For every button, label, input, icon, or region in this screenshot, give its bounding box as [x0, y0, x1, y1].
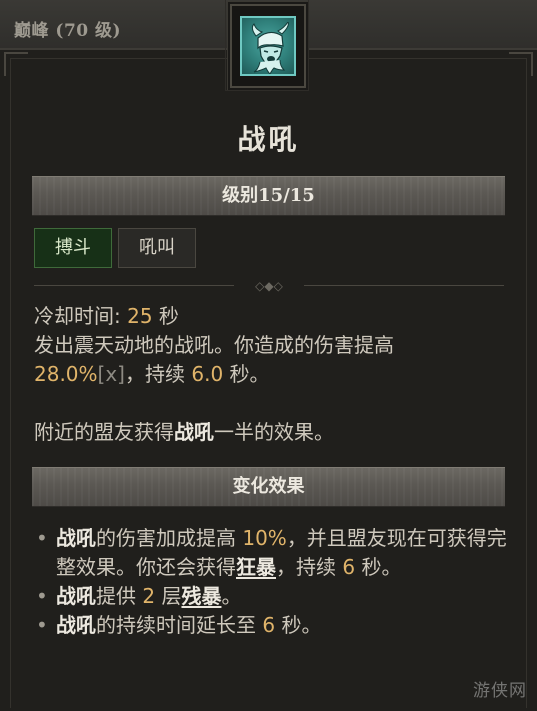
ally-skill-name: 战吼 [174, 420, 214, 444]
modifier-value: 6 [342, 555, 356, 579]
damage-bonus-value: 28.0% [34, 362, 98, 386]
watermark-logo: 游侠网 [473, 681, 527, 701]
keyword-berserking[interactable]: 狂暴 [236, 555, 276, 579]
duration-value: 6.0 [191, 362, 224, 386]
modifier-text: ，持续 [276, 555, 343, 579]
modifier-item: • 战吼的伤害加成提高 10%，并且盟友现在可获得完整效果。你还会获得狂暴，持续… [30, 524, 510, 582]
modifier-skill-name: 战吼 [56, 613, 96, 637]
corner-ornament-left [4, 52, 28, 76]
ally-prefix: 附近的盟友获得 [34, 420, 174, 444]
ally-suffix: 一半的效果。 [214, 420, 334, 444]
modifier-text: 的伤害加成提高 [96, 526, 243, 550]
tag-shout: 吼叫 [118, 228, 196, 268]
modifier-text: 层 [155, 584, 182, 608]
tier-label: 巅峰 (70 级) [14, 21, 122, 41]
modifier-text: 提供 [96, 584, 143, 608]
modifier-skill-name: 战吼 [56, 584, 96, 608]
modifier-value: 6 [262, 613, 276, 637]
duration-prefix: ，持续 [125, 362, 192, 386]
skill-icon-frame [225, 0, 309, 91]
modifier-text: 秒。 [355, 555, 402, 579]
modifier-text: 的持续时间延长至 [96, 613, 263, 637]
divider-line-left [34, 285, 234, 286]
divider-ornament-icon: ◇◆◇ [255, 279, 283, 293]
effect-line-1: 发出震天动地的战吼。你造成的伤害提高 [34, 333, 394, 357]
modifier-text: 秒。 [275, 613, 322, 637]
cooldown-unit: 秒 [152, 304, 179, 328]
modifier-text: 。 [221, 584, 242, 608]
multiplicative-tag: [x] [97, 362, 125, 386]
section-divider: ◇◆◇ [34, 279, 504, 293]
cooldown-line: 冷却时间: 25 秒 [34, 302, 514, 331]
modifiers-header-bar: 变化效果 [32, 467, 505, 507]
modifier-value: 2 [142, 584, 156, 608]
modifier-item: • 战吼的持续时间延长至 6 秒。 [30, 611, 510, 640]
modifier-skill-name: 战吼 [56, 526, 96, 550]
bullet-dot-icon: • [36, 584, 48, 608]
divider-line-right [304, 285, 504, 286]
rank-bar: 级别15/15 [32, 176, 505, 216]
keyword-ferocity[interactable]: 残暴 [181, 584, 221, 608]
corner-ornament-right [509, 52, 533, 76]
cooldown-label: 冷却时间: [34, 304, 128, 328]
tag-combat: 搏斗 [34, 228, 112, 268]
cooldown-value: 25 [127, 304, 153, 328]
skill-title: 战吼 [237, 123, 300, 156]
warrior-helmet-icon [240, 16, 296, 76]
effect-description: 发出震天动地的战吼。你造成的伤害提高 28.0%[x]，持续 6.0 秒。 [34, 331, 514, 389]
modifier-item: • 战吼提供 2 层残暴。 [30, 582, 510, 611]
bullet-dot-icon: • [36, 613, 48, 637]
modifier-list: • 战吼的伤害加成提高 10%，并且盟友现在可获得完整效果。你还会获得狂暴，持续… [30, 524, 510, 640]
ally-effect-line: 附近的盟友获得战吼一半的效果。 [34, 418, 514, 447]
duration-unit: 秒。 [223, 362, 270, 386]
modifier-value: 10% [242, 526, 287, 550]
bullet-dot-icon: • [36, 526, 48, 550]
